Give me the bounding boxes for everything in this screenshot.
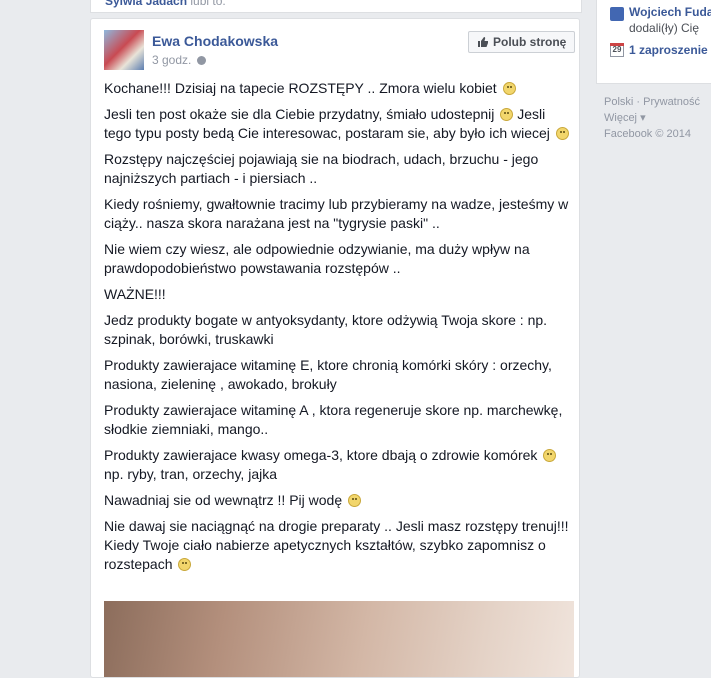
calendar-icon: 29: [610, 43, 624, 57]
smiley-icon: [555, 127, 569, 140]
post-paragraph: Nie dawaj sie naciągnąć na drogie prepar…: [104, 518, 569, 572]
footer-more-link[interactable]: Więcej: [604, 112, 637, 124]
post-paragraph: Jesli ten post okaże sie dla Ciebie przy…: [104, 105, 570, 143]
smiley-icon: [178, 558, 192, 571]
post-photo[interactable]: [104, 601, 574, 677]
post-paragraph: Jedz produkty bogate w antyoksydanty, kt…: [104, 312, 548, 347]
post-paragraph: Kiedy rośniemy, gwałtownie tracimy lub p…: [104, 196, 569, 231]
post-paragraph: Rozstępy najczęściej pojawiają sie na bi…: [104, 151, 539, 186]
post-author[interactable]: Ewa Chodakowska: [152, 33, 278, 49]
post-paragraph: Nawadniaj sie od wewnątrz !! Pij wodę: [104, 491, 570, 510]
friend-request-sub: dodali(ły) Cię: [629, 21, 700, 35]
post-paragraph: Produkty zawierajace kwasy omega-3, ktor…: [104, 446, 570, 484]
footer-language-link[interactable]: Polski: [604, 96, 633, 108]
story-liker-name[interactable]: Sylwia Jadach: [105, 0, 187, 8]
smiley-icon: [543, 449, 557, 462]
story-liker-suffix: lubi to.: [190, 0, 226, 8]
post-timestamp[interactable]: 3 godz.: [152, 53, 207, 67]
post-paragraph: Kochane!!! Dzisiaj na tapecie ROZSTĘPY .…: [104, 79, 570, 98]
chevron-down-icon: ▾: [640, 112, 646, 124]
invitation-link[interactable]: 1 zaproszenie: [629, 43, 708, 57]
post-body: Kochane!!! Dzisiaj na tapecie ROZSTĘPY .…: [104, 79, 570, 581]
post-paragraph: Produkty zawierajace witaminę A , ktora …: [104, 402, 563, 437]
copyright: Facebook © 2014: [604, 128, 691, 140]
like-thumb-icon: [478, 37, 488, 47]
smiley-icon: [502, 82, 516, 95]
smiley-icon: [348, 494, 362, 507]
globe-icon: [197, 56, 207, 65]
footer-privacy-link[interactable]: Prywatność: [643, 96, 700, 108]
post-paragraph: WAŻNE!!!: [104, 286, 166, 302]
feed-post: Ewa Chodakowska 3 godz. Polub stronę Koc…: [90, 18, 580, 678]
post-paragraph: Produkty zawierajace witaminę E, ktore c…: [104, 357, 552, 392]
rail-footer: Polski · Prywatność Więcej ▾ Facebook © …: [604, 94, 711, 142]
page-avatar[interactable]: [104, 30, 144, 70]
facebook-icon: [610, 7, 624, 21]
right-rail: Wojciech Fuda dodali(ły) Cię 29 1 zapros…: [596, 0, 711, 657]
post-paragraph: Nie wiem czy wiesz, ale odpowiednie odzy…: [104, 241, 530, 276]
previous-story-strip: Sylwia Jadach lubi to.: [90, 0, 582, 13]
like-page-label: Polub stronę: [493, 35, 567, 49]
friend-request-name[interactable]: Wojciech Fuda: [629, 5, 711, 19]
notifications-card: Wojciech Fuda dodali(ły) Cię 29 1 zapros…: [596, 0, 711, 84]
smiley-icon: [500, 108, 514, 121]
like-page-button[interactable]: Polub stronę: [468, 31, 576, 53]
timestamp-label[interactable]: 3 godz.: [152, 53, 191, 67]
